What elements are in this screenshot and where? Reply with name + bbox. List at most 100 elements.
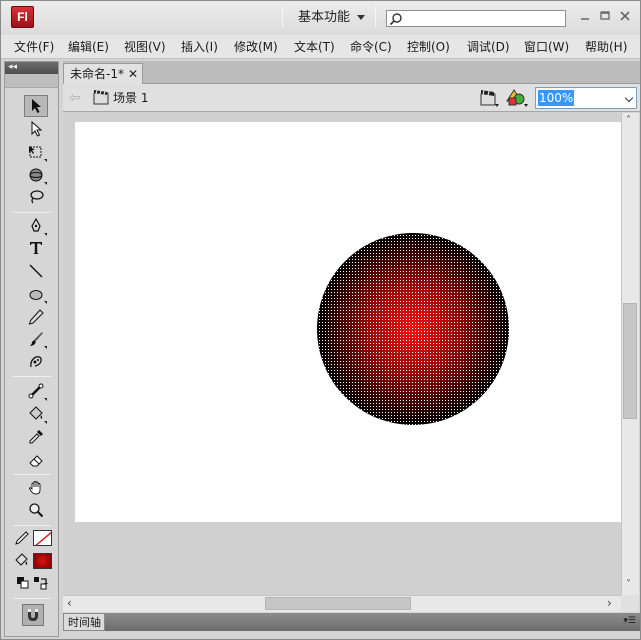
vertical-scrollbar[interactable]: ˄ ˅	[621, 113, 639, 595]
menu-text[interactable]: 文本(T)	[294, 39, 335, 55]
vertical-scroll-thumb[interactable]	[623, 303, 637, 419]
subselection-tool[interactable]	[24, 118, 48, 140]
close-icon	[620, 11, 630, 21]
line-tool[interactable]	[24, 260, 48, 282]
deco-tool[interactable]	[24, 351, 48, 373]
search-icon	[389, 13, 402, 26]
bottom-strip	[63, 631, 640, 639]
maximize-button[interactable]	[598, 9, 612, 23]
menu-window[interactable]: 窗口(W)	[524, 39, 569, 55]
snap-to-objects-button[interactable]	[22, 604, 44, 626]
workspace-dropdown-icon[interactable]	[357, 15, 365, 20]
zoom-tool[interactable]	[24, 499, 48, 521]
tools-panel-grip[interactable]	[5, 74, 58, 88]
horizontal-scrollbar[interactable]: ‹ ›	[63, 595, 621, 612]
edit-symbols-button[interactable]	[505, 88, 531, 108]
bone-tool[interactable]	[24, 380, 48, 402]
panel-menu-icon[interactable]: ▾☰	[623, 616, 636, 626]
flash-window: Fl 基本功能 文件(F) 编辑(E) 视图(V) 插入(I) 修改(M) 文本…	[0, 0, 641, 640]
close-tab-icon[interactable]: ✕	[128, 67, 138, 82]
gradient-circle-shape[interactable]	[316, 232, 510, 426]
default-colors-button[interactable]	[16, 576, 30, 590]
title-separator	[375, 7, 376, 27]
tools-panel-header[interactable]: ◂◂	[5, 62, 58, 74]
subselection-tool-icon	[31, 121, 43, 137]
tool-flyout-icon	[44, 182, 47, 185]
zoom-select[interactable]: 100%	[535, 87, 637, 109]
flash-logo: Fl	[11, 6, 34, 28]
menu-control[interactable]: 控制(O)	[407, 39, 450, 55]
horizontal-scroll-thumb[interactable]	[265, 597, 411, 610]
timeline-tab-label: 时间轴	[68, 616, 101, 629]
pasteboard[interactable]	[63, 113, 621, 595]
lasso-tool[interactable]	[24, 186, 48, 208]
menu-commands[interactable]: 命令(C)	[350, 39, 392, 55]
eraser-tool[interactable]	[24, 449, 48, 471]
scroll-left-icon[interactable]: ‹	[67, 596, 72, 610]
eyedropper-tool[interactable]	[24, 426, 48, 448]
paint-bucket-tool[interactable]	[24, 403, 48, 425]
pen-tool[interactable]	[24, 215, 48, 237]
menu-insert[interactable]: 插入(I)	[181, 39, 218, 55]
oval-tool[interactable]	[24, 283, 48, 305]
free-transform-tool[interactable]	[24, 141, 48, 163]
swap-colors-button[interactable]	[33, 576, 49, 590]
text-tool[interactable]	[24, 237, 48, 259]
back-arrow-icon[interactable]: ⇦	[69, 90, 81, 106]
edit-bar: ⇦ 场景 1 100%	[63, 84, 640, 112]
tool-separator	[13, 525, 51, 526]
document-tab-bar: 未命名-1* ✕	[63, 61, 640, 84]
tool-separator	[13, 598, 51, 599]
collapse-icon[interactable]: ◂◂	[8, 61, 17, 73]
tool-flyout-icon	[44, 398, 47, 401]
document-tab[interactable]: 未命名-1* ✕	[63, 63, 143, 84]
menu-modify[interactable]: 修改(M)	[234, 39, 278, 55]
stroke-color-swatch[interactable]	[33, 530, 52, 546]
paint-bucket-tool-icon	[29, 406, 43, 420]
hand-tool[interactable]	[24, 477, 48, 499]
tool-separator	[13, 474, 51, 475]
minimize-button[interactable]	[578, 9, 592, 23]
brush-tool[interactable]	[24, 328, 48, 350]
menu-edit[interactable]: 编辑(E)	[68, 39, 109, 55]
menu-bar: 文件(F) 编辑(E) 视图(V) 插入(I) 修改(M) 文本(T) 命令(C…	[1, 35, 640, 59]
timeline-tab[interactable]: 时间轴	[63, 613, 105, 631]
pencil-tool[interactable]	[24, 306, 48, 328]
maximize-icon	[600, 11, 610, 20]
menu-debug[interactable]: 调试(D)	[467, 39, 510, 55]
close-window-button[interactable]	[618, 9, 632, 23]
stroke-color-icon	[14, 530, 30, 546]
brush-tool-icon	[30, 332, 43, 346]
stage[interactable]	[75, 122, 621, 522]
scene-breadcrumb[interactable]: 场景 1	[113, 90, 148, 106]
selection-tool[interactable]	[24, 95, 48, 117]
fill-color-swatch[interactable]	[33, 553, 52, 569]
timeline-panel-bar: 时间轴 ▾☰	[63, 613, 640, 631]
menu-help[interactable]: 帮助(H)	[585, 39, 627, 55]
workspace-switcher[interactable]: 基本功能	[298, 9, 350, 27]
zoom-tool-icon	[29, 503, 44, 518]
bone-tool-icon	[28, 383, 44, 399]
document-tab-title: 未命名-1*	[70, 67, 124, 81]
scene-icon	[93, 90, 109, 105]
3d-rotation-tool[interactable]	[24, 164, 48, 186]
free-transform-tool-icon	[29, 146, 42, 158]
pen-tool-icon	[31, 218, 41, 232]
help-search-input[interactable]	[386, 10, 566, 27]
fill-color-icon	[14, 553, 30, 569]
scroll-corner	[621, 595, 639, 612]
menu-file[interactable]: 文件(F)	[14, 39, 54, 55]
menu-view[interactable]: 视图(V)	[124, 39, 166, 55]
edit-scene-button[interactable]	[479, 88, 501, 108]
tool-flyout-icon	[44, 159, 47, 162]
scroll-up-icon[interactable]: ˄	[626, 115, 631, 126]
line-tool-icon	[29, 264, 43, 278]
tools-panel: ◂◂	[4, 61, 59, 637]
magnet-icon	[28, 609, 38, 621]
eyedropper-tool-icon	[29, 430, 43, 444]
chevron-down-icon[interactable]	[624, 93, 634, 103]
no-color-icon	[35, 531, 51, 545]
zoom-value[interactable]: 100%	[538, 90, 575, 106]
scroll-right-icon[interactable]: ›	[607, 596, 612, 610]
scroll-down-icon[interactable]: ˅	[626, 579, 631, 590]
